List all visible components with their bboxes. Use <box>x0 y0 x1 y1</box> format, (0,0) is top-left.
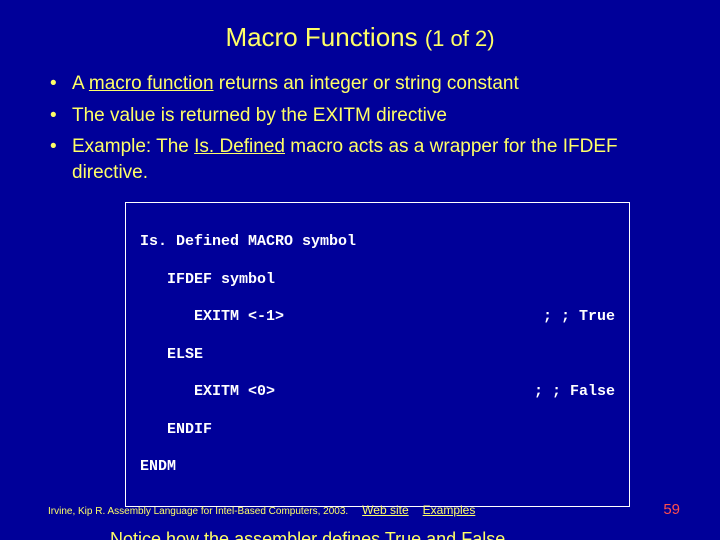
list-item: • The value is returned by the EXITM dir… <box>50 103 680 129</box>
bullet-dot: • <box>50 134 72 160</box>
slide-title: Macro Functions (1 of 2) <box>0 0 720 71</box>
page-number: 59 <box>663 501 680 518</box>
bullet-dot: • <box>50 71 72 97</box>
list-item: • A macro function returns an integer or… <box>50 71 680 97</box>
caption-note: Notice how the assembler defines True an… <box>110 529 660 540</box>
website-link[interactable]: Web site <box>362 503 408 517</box>
code-line: EXITM <0> ; ; False <box>140 383 615 402</box>
text-part: A <box>72 73 89 94</box>
bullet-text: The value is returned by the EXITM direc… <box>72 103 680 129</box>
code-line: Is. Defined MACRO symbol <box>140 233 615 252</box>
citation: Irvine, Kip R. Assembly Language for Int… <box>48 506 348 517</box>
code-comment: ; ; True <box>543 308 615 327</box>
text-part: returns an integer or string constant <box>214 73 519 94</box>
text-part: The value is returned by the EXITM direc… <box>72 105 447 126</box>
code-comment: ; ; False <box>534 383 615 402</box>
bullet-text: Example: The Is. Defined macro acts as a… <box>72 134 680 185</box>
code-text: EXITM <-1> <box>140 308 284 325</box>
footer: Irvine, Kip R. Assembly Language for Int… <box>0 501 720 518</box>
text-part: Example: The <box>72 136 194 157</box>
code-line: ENDIF <box>140 421 615 440</box>
code-line: ENDM <box>140 458 615 477</box>
title-main: Macro Functions <box>225 22 417 52</box>
text-underline: Is. Defined <box>194 136 285 157</box>
code-line: ELSE <box>140 346 615 365</box>
code-text: EXITM <0> <box>140 383 275 400</box>
title-sub: (1 of 2) <box>425 26 495 51</box>
examples-link[interactable]: Examples <box>423 503 476 517</box>
bullet-text: A macro function returns an integer or s… <box>72 71 680 97</box>
text-underline: macro function <box>89 73 214 94</box>
bullet-list: • A macro function returns an integer or… <box>50 71 680 186</box>
code-block: Is. Defined MACRO symbol IFDEF symbol EX… <box>125 202 630 507</box>
code-line: IFDEF symbol <box>140 271 615 290</box>
bullet-dot: • <box>50 103 72 129</box>
list-item: • Example: The Is. Defined macro acts as… <box>50 134 680 185</box>
code-line: EXITM <-1> ; ; True <box>140 308 615 327</box>
